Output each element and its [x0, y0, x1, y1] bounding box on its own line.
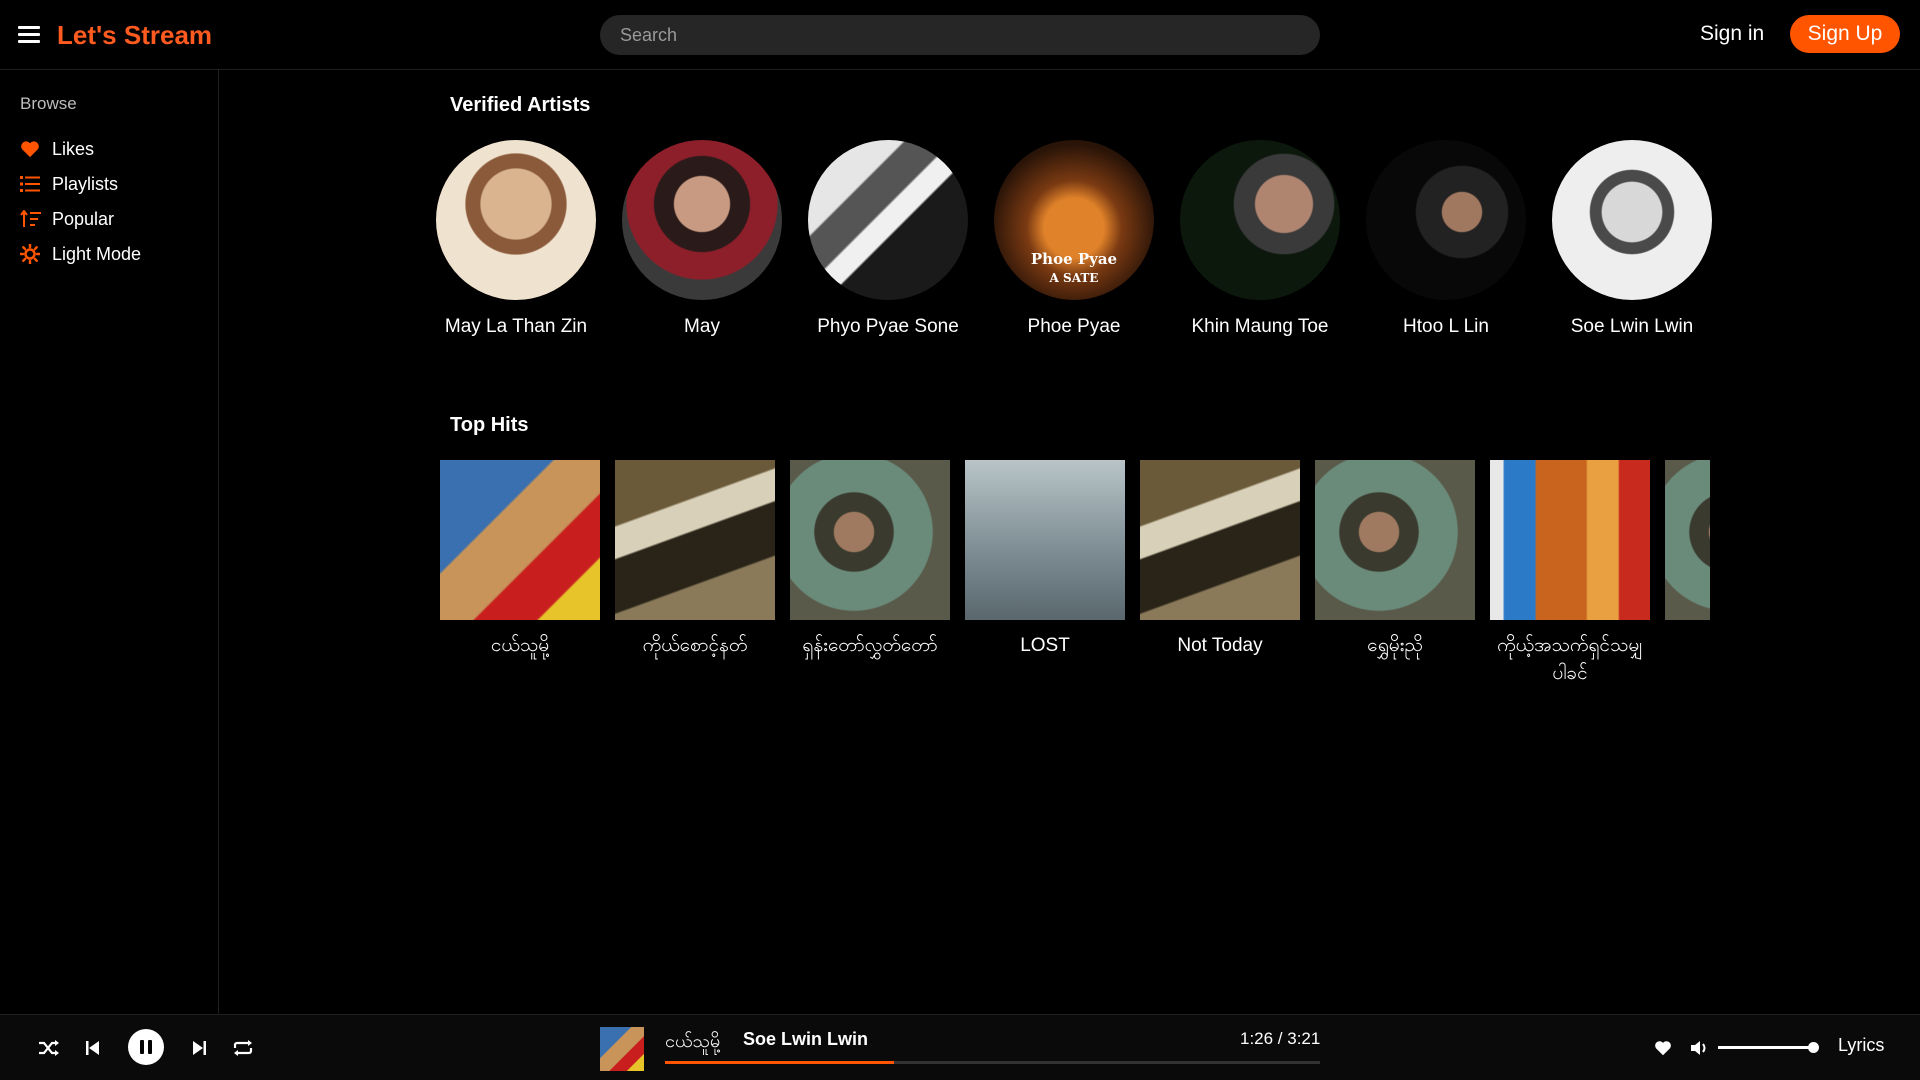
artist-card[interactable]: Phoe Pyae A SATE Phoe Pyae — [981, 140, 1167, 338]
song-card[interactable]: ကိုယ်စောင့်နတ် — [615, 460, 775, 660]
sidebar-title: Browse — [20, 94, 77, 113]
album-cover — [1665, 460, 1710, 620]
sidebar-item-label: Light Mode — [52, 243, 142, 264]
album-cover — [1140, 460, 1300, 620]
volume-icon[interactable] — [1687, 1035, 1713, 1061]
sidebar-item-label: Popular — [52, 208, 115, 229]
sidebar-item-label: Likes — [52, 138, 95, 159]
top-hits-row: ငယ်သူမို့ ကိုယ်စောင့်နတ် ရှန်းတော်လွှတ်တ… — [440, 460, 1710, 710]
artist-photo — [808, 140, 968, 300]
artist-name: Phyo Pyae Sone — [817, 316, 959, 337]
song-card[interactable]: ရှန်းတော်လွှတ်တော် — [790, 460, 950, 660]
playback-time: 1:26 / 3:21 — [1240, 1029, 1321, 1048]
artist-name: May La Than Zin — [444, 316, 588, 337]
sidebar-item-playlists[interactable]: Playlists — [20, 171, 118, 197]
hamburger-menu-icon[interactable] — [18, 26, 40, 44]
sun-icon — [20, 244, 46, 264]
top-hits-heading: Top Hits — [450, 414, 529, 436]
progress-bar[interactable] — [665, 1061, 1320, 1064]
like-heart-icon[interactable] — [1650, 1035, 1676, 1061]
sidebar-item-label: Playlists — [52, 173, 119, 194]
sort-icon — [20, 209, 46, 229]
artist-card[interactable]: Phyo Pyae Sone — [795, 140, 981, 338]
artist-logo-subtext: A SATE — [1049, 271, 1099, 285]
artist-card[interactable]: Htoo L Lin — [1353, 140, 1539, 338]
album-cover — [615, 460, 775, 620]
heart-icon — [20, 139, 46, 159]
list-icon — [20, 174, 46, 194]
album-cover — [965, 460, 1125, 620]
artist-photo — [1180, 140, 1340, 300]
now-playing-cover — [600, 1027, 644, 1071]
artist-card[interactable]: Soe Lwin Lwin — [1539, 140, 1725, 338]
sidebar: Browse Likes Playlists Popular Light Mod… — [0, 70, 219, 1014]
artist-name: Phoe Pyae — [1027, 316, 1121, 337]
song-title: ကိုယ့်အသက်ရှင်သမျှပါခင် — [1497, 635, 1643, 684]
sidebar-item-popular[interactable]: Popular — [20, 206, 114, 232]
artist-photo — [622, 140, 782, 300]
song-card[interactable]: ဝ — [1665, 460, 1710, 660]
verified-artists-heading: Verified Artists — [450, 94, 591, 116]
album-cover — [1490, 460, 1650, 620]
song-title: ရွှေမိုးညို — [1367, 635, 1423, 656]
song-card[interactable]: LOST — [965, 460, 1125, 660]
artist-card[interactable]: May — [609, 140, 795, 338]
shuffle-icon[interactable] — [36, 1035, 62, 1061]
artist-logo-text: Phoe Pyae — [1030, 250, 1118, 268]
now-playing-title: ငယ်သူမို့ — [665, 1031, 721, 1051]
song-card[interactable]: ရွှေမိုးညို — [1315, 460, 1475, 660]
pause-button[interactable] — [128, 1029, 164, 1065]
next-icon[interactable] — [186, 1035, 212, 1061]
song-title: ကိုယ်စောင့်နတ် — [642, 635, 748, 656]
artist-name: Soe Lwin Lwin — [1570, 316, 1694, 337]
volume-knob[interactable] — [1808, 1042, 1819, 1053]
artist-card[interactable]: Khin Maung Toe — [1167, 140, 1353, 338]
repeat-icon[interactable] — [230, 1035, 256, 1061]
app-logo[interactable]: Let's Stream — [57, 20, 212, 51]
sign-up-button[interactable]: Sign Up — [1790, 15, 1900, 53]
artist-photo: Phoe Pyae A SATE — [994, 140, 1154, 300]
song-title: LOST — [1020, 635, 1070, 656]
song-title: Not Today — [1177, 635, 1263, 656]
artist-photo — [436, 140, 596, 300]
song-card[interactable]: ငယ်သူမို့ — [440, 460, 600, 660]
artist-name: May — [684, 316, 720, 337]
artist-name: Htoo L Lin — [1403, 316, 1489, 337]
album-cover — [790, 460, 950, 620]
top-bar: Let's Stream Sign in Sign Up — [0, 0, 1920, 70]
song-title: ငယ်သူမို့ — [490, 635, 550, 656]
sidebar-item-light-mode[interactable]: Light Mode — [20, 241, 141, 267]
song-title: ရှန်းတော်လွှတ်တော် — [802, 635, 938, 656]
sidebar-item-likes[interactable]: Likes — [20, 136, 94, 162]
previous-icon[interactable] — [80, 1035, 106, 1061]
pause-icon — [140, 1040, 152, 1054]
now-playing-artist: Soe Lwin Lwin — [743, 1029, 868, 1049]
sign-in-link[interactable]: Sign in — [1700, 22, 1764, 46]
player-bar: ငယ်သူမို့ Soe Lwin Lwin 1:26 / 3:21 Lyri… — [0, 1014, 1920, 1080]
album-cover — [440, 460, 600, 620]
artist-card[interactable]: May La Than Zin — [423, 140, 609, 338]
volume-slider[interactable] — [1718, 1042, 1819, 1053]
artist-photo — [1366, 140, 1526, 300]
artist-name: Khin Maung Toe — [1191, 316, 1329, 337]
song-card[interactable]: ကိုယ့်အသက်ရှင်သမျှပါခင် — [1490, 460, 1650, 688]
song-title: ဝ — [1665, 632, 1710, 660]
search-input[interactable] — [600, 15, 1320, 55]
artist-photo — [1552, 140, 1712, 300]
progress-fill — [665, 1061, 895, 1064]
song-card[interactable]: Not Today — [1140, 460, 1300, 660]
album-cover — [1315, 460, 1475, 620]
lyrics-button[interactable]: Lyrics — [1838, 1035, 1884, 1056]
